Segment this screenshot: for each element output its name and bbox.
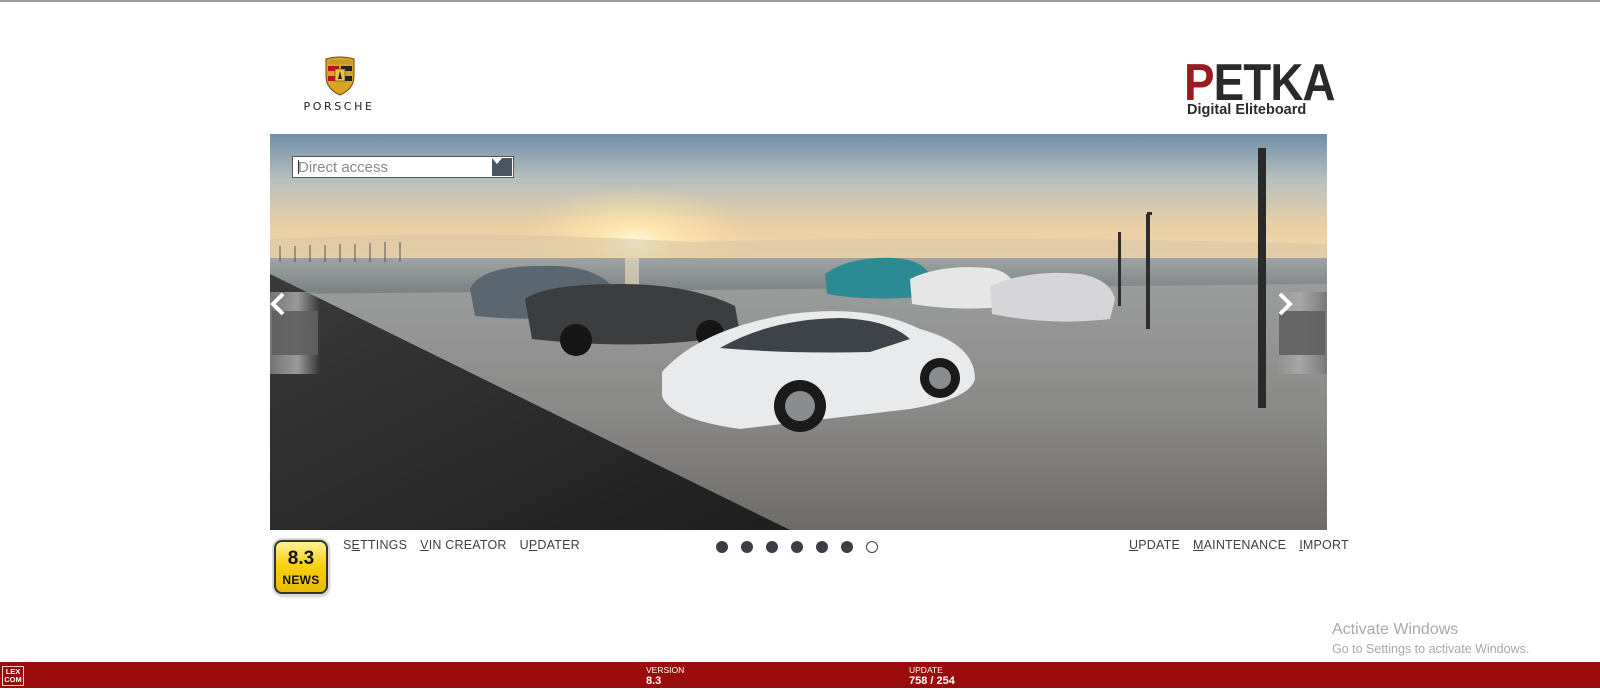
chevron-left-icon	[270, 292, 285, 316]
news-label: NEWS	[282, 573, 320, 587]
vin-creator-link[interactable]: VIN CREATOR	[420, 538, 506, 552]
status-bar: LEX COM VERSION 8.3 UPDATE 758 / 254	[0, 662, 1600, 688]
import-link[interactable]: IMPORT	[1299, 538, 1349, 552]
porsche-crest-icon	[325, 56, 355, 96]
activate-windows-watermark: Activate Windows Go to Settings to activ…	[1332, 620, 1529, 657]
status-version-label: VERSION	[646, 665, 685, 675]
settings-link[interactable]: SETTINGS	[343, 538, 407, 552]
text-cursor	[298, 160, 299, 174]
hero-carousel	[270, 134, 1327, 530]
porsche-wordmark: PORSCHE	[303, 100, 375, 113]
carousel-dot[interactable]	[841, 541, 853, 553]
carousel-indicators	[716, 541, 878, 553]
status-version: VERSION 8.3	[646, 665, 684, 688]
carousel-prev-button[interactable]	[270, 292, 320, 374]
petka-logo: PETKA Digital Eliteboard	[1182, 56, 1336, 122]
news-version: 8.3	[287, 548, 315, 569]
carousel-next-box	[1278, 292, 1325, 355]
chevron-right-icon	[1278, 292, 1293, 316]
porsche-logo: PORSCHE	[286, 56, 392, 114]
window-top-border	[0, 0, 1600, 2]
carousel-dot[interactable]	[866, 541, 878, 553]
right-menu: UPDATE MAINTENANCE IMPORT	[1129, 538, 1349, 552]
status-update: UPDATE 758 / 254	[909, 665, 955, 688]
carousel-prev-box	[270, 292, 318, 355]
carousel-next-button[interactable]	[1277, 292, 1327, 374]
carousel-dot[interactable]	[766, 541, 778, 553]
watermark-title: Activate Windows	[1332, 621, 1459, 638]
direct-access-input[interactable]	[293, 157, 496, 177]
carousel-dot[interactable]	[716, 541, 728, 553]
petka-subtitle: Digital Eliteboard	[1187, 102, 1307, 118]
chevron-down-icon	[492, 158, 502, 164]
update-link[interactable]: UPDATE	[1129, 538, 1180, 552]
lexcom-logo: LEX COM	[2, 666, 24, 686]
maintenance-link[interactable]: MAINTENANCE	[1193, 538, 1286, 552]
carousel-dot[interactable]	[791, 541, 803, 553]
status-version-value: 8.3	[646, 675, 662, 687]
updater-link[interactable]: UPDATER	[520, 538, 580, 552]
hero-image	[270, 134, 1327, 530]
carousel-dot[interactable]	[816, 541, 828, 553]
status-update-label: UPDATE	[909, 665, 943, 675]
watermark-subtitle: Go to Settings to activate Windows.	[1332, 642, 1530, 656]
status-update-value: 758 / 254	[909, 675, 955, 687]
direct-access-dropdown-button[interactable]	[492, 158, 512, 176]
direct-access-combobox[interactable]	[292, 156, 514, 178]
carousel-dot[interactable]	[741, 541, 753, 553]
news-button[interactable]: 8.3 NEWS	[274, 540, 328, 594]
left-menu: SETTINGS VIN CREATOR UPDATER	[343, 538, 580, 552]
